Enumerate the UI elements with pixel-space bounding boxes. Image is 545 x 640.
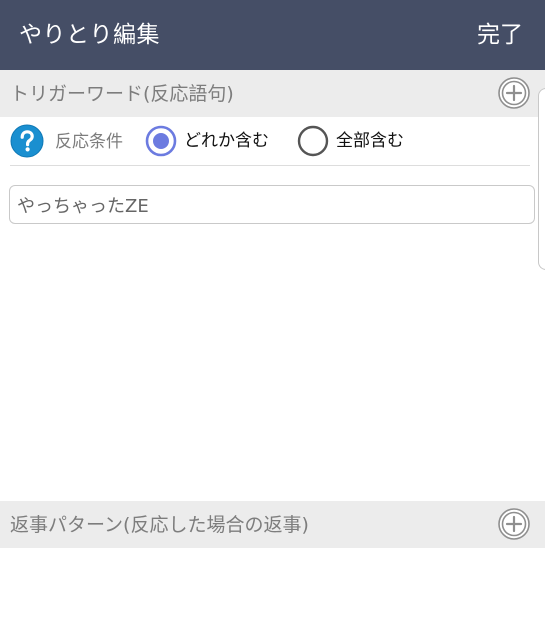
reply-section-title: 返事パターン(反応した場合の返事): [10, 514, 309, 536]
radio-selected-icon: [145, 125, 177, 157]
plus-circle-icon: [498, 77, 530, 109]
condition-row: 反応条件 どれか含む 全部含む: [0, 117, 530, 165]
radio-unselected-icon: [297, 125, 329, 157]
divider: [10, 165, 530, 166]
radio-all-label: 全部含む: [336, 131, 404, 151]
help-button[interactable]: [10, 124, 44, 158]
add-trigger-button[interactable]: [498, 77, 530, 109]
app-bar: やりとり編集 完了: [0, 0, 545, 70]
radio-any-label: どれか含む: [184, 131, 269, 151]
side-panel-handle[interactable]: [538, 88, 545, 270]
reply-section-header: 返事パターン(反応した場合の返事): [0, 501, 545, 548]
add-reply-button[interactable]: [498, 508, 530, 540]
trigger-word-input[interactable]: [9, 185, 535, 224]
page-title: やりとり編集: [19, 22, 160, 48]
plus-circle-icon: [498, 508, 530, 540]
question-circle-icon: [10, 124, 44, 158]
condition-label: 反応条件: [55, 132, 123, 152]
trigger-section-header: トリガーワード(反応語句): [0, 70, 545, 117]
done-button[interactable]: 完了: [477, 19, 523, 51]
trigger-section-title: トリガーワード(反応語句): [10, 83, 234, 105]
